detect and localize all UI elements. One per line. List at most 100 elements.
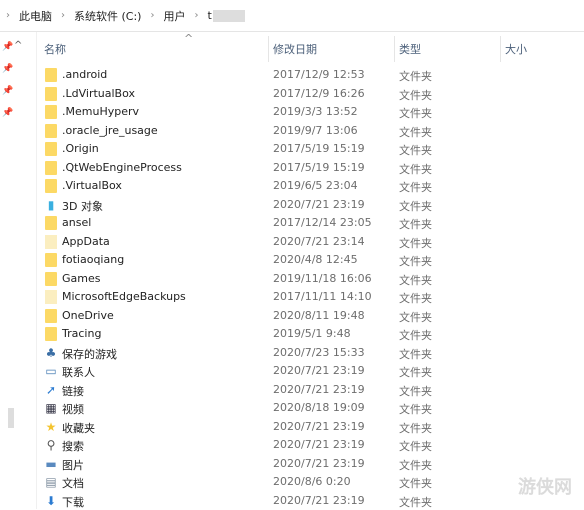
file-row[interactable]: ♣ 保存的游戏 2020/7/23 15:33 文件夹 [36, 344, 584, 362]
documents-icon: ▤ [45, 475, 57, 489]
file-row[interactable]: ▬ 图片 2020/7/21 23:19 文件夹 [36, 455, 584, 473]
folder-icon [45, 160, 57, 175]
file-name: ansel [62, 216, 92, 229]
file-date: 2020/7/21 23:19 [273, 456, 365, 470]
scrollbar-thumb[interactable] [8, 408, 14, 428]
downloads-icon: ⬇ [45, 493, 57, 508]
file-type: 文件夹 [399, 199, 432, 213]
file-row[interactable]: ➚ 链接 2020/7/21 23:19 文件夹 [36, 381, 584, 399]
file-date: 2017/12/14 23:05 [273, 216, 372, 229]
file-type: 文件夹 [399, 329, 432, 342]
file-type: 文件夹 [399, 144, 432, 157]
file-name: Games [62, 271, 101, 285]
pin-icon[interactable]: 📌 [2, 42, 13, 52]
file-name: 文档 [62, 477, 84, 490]
scroll-up-icon[interactable]: ^ [14, 40, 22, 51]
file-row[interactable]: ansel 2017/12/14 23:05 文件夹 [36, 214, 584, 232]
file-row[interactable]: ★ 收藏夹 2020/7/21 23:19 文件夹 [36, 418, 584, 436]
file-row[interactable]: .LdVirtualBox 2017/12/9 16:26 文件夹 [36, 85, 584, 103]
column-type[interactable]: 类型 [399, 41, 421, 57]
breadcrumb-user[interactable]: t [207, 9, 211, 22]
folder-icon [45, 253, 57, 267]
chevron-right-icon: › [6, 10, 10, 21]
favorites-icon: ★ [45, 419, 57, 434]
column-divider[interactable] [500, 36, 501, 62]
file-row[interactable]: AppData 2020/7/21 23:14 文件夹 [36, 233, 584, 251]
breadcrumb-this-pc[interactable]: 此电脑 [19, 8, 52, 24]
file-row[interactable]: .VirtualBox 2019/6/5 23:04 文件夹 [36, 177, 584, 195]
breadcrumb-c-drive[interactable]: 系统软件 (C:) [74, 8, 141, 24]
file-row[interactable]: ▮ 3D 对象 2020/7/21 23:19 文件夹 [36, 196, 584, 214]
file-name: fotiaoqiang [62, 253, 125, 266]
file-type: 文件夹 [399, 255, 432, 268]
file-date: 2020/7/21 23:19 [273, 419, 365, 433]
folder-icon [45, 142, 57, 156]
file-row[interactable]: Tracing 2019/5/1 9:48 文件夹 [36, 325, 584, 343]
file-date: 2017/5/19 15:19 [273, 142, 365, 155]
file-type: 文件夹 [399, 458, 432, 472]
column-divider[interactable] [394, 36, 395, 62]
file-name: 视频 [62, 403, 84, 416]
file-name: 图片 [62, 458, 84, 472]
breadcrumb-users[interactable]: 用户 [163, 8, 185, 24]
file-type: 文件夹 [399, 218, 432, 231]
file-name: 下载 [62, 495, 84, 509]
file-date: 2017/12/9 12:53 [273, 68, 365, 81]
pin-icon[interactable]: 📌 [2, 86, 13, 96]
file-date: 2020/8/11 19:48 [273, 308, 365, 322]
file-row[interactable]: .MemuHyperv 2019/3/3 13:52 文件夹 [36, 103, 584, 121]
file-row[interactable]: .oracle_jre_usage 2019/9/7 13:06 文件夹 [36, 122, 584, 140]
file-name: 3D 对象 [62, 199, 103, 213]
file-type: 文件夹 [399, 366, 432, 379]
file-row[interactable]: ⚲ 搜索 2020/7/21 23:19 文件夹 [36, 436, 584, 454]
file-date: 2020/7/21 23:14 [273, 234, 365, 248]
file-name: .VirtualBox [62, 179, 122, 192]
pin-icon[interactable]: 📌 [2, 108, 13, 118]
folder-icon [45, 179, 57, 193]
file-date: 2020/7/21 23:19 [273, 364, 365, 377]
file-date: 2020/7/21 23:19 [273, 382, 365, 396]
watermark-logo: 游侠网 [518, 477, 572, 498]
file-name: .oracle_jre_usage [62, 123, 158, 137]
file-row[interactable]: .android 2017/12/9 12:53 文件夹 [36, 66, 584, 84]
folder-icon [45, 327, 57, 341]
column-divider[interactable] [268, 36, 269, 62]
file-name: OneDrive [62, 308, 114, 322]
file-row[interactable]: Games 2019/11/18 16:06 文件夹 [36, 270, 584, 288]
3d-objects-icon: ▮ [47, 197, 55, 212]
file-type: 文件夹 [399, 125, 432, 139]
file-name: .QtWebEngineProcess [62, 160, 182, 174]
folder-icon [45, 86, 57, 101]
search-icon: ⚲ [46, 438, 56, 452]
file-row[interactable]: ▦ 视频 2020/8/18 19:09 文件夹 [36, 399, 584, 417]
file-type: 文件夹 [399, 440, 432, 453]
file-type: 文件夹 [399, 181, 432, 194]
file-name: Tracing [62, 327, 102, 340]
file-row[interactable]: .QtWebEngineProcess 2017/5/19 15:19 文件夹 [36, 159, 584, 177]
file-date: 2019/11/18 16:06 [273, 271, 372, 285]
file-type: 文件夹 [399, 403, 432, 416]
file-type: 文件夹 [399, 310, 432, 324]
file-row[interactable]: ⬇ 下载 2020/7/21 23:19 文件夹 [36, 492, 584, 510]
file-type: 文件夹 [399, 421, 432, 435]
file-row[interactable]: fotiaoqiang 2020/4/8 12:45 文件夹 [36, 251, 584, 269]
file-row[interactable]: MicrosoftEdgeBackups 2017/11/11 14:10 文件夹 [36, 288, 584, 306]
folder-icon [45, 308, 57, 323]
file-type: 文件夹 [399, 107, 432, 120]
chevron-right-icon: › [61, 10, 65, 21]
file-row[interactable]: ▤ 文档 2020/8/6 0:20 文件夹 [36, 473, 584, 491]
file-row[interactable]: ▭ 联系人 2020/7/21 23:19 文件夹 [36, 362, 584, 380]
file-row[interactable]: .Origin 2017/5/19 15:19 文件夹 [36, 140, 584, 158]
folder-hidden-icon [45, 234, 57, 249]
breadcrumb: › 此电脑 › 系统软件 (C:) › 用户 › t [0, 0, 584, 32]
file-row[interactable]: OneDrive 2020/8/11 19:48 文件夹 [36, 307, 584, 325]
file-date: 2020/8/18 19:09 [273, 401, 365, 414]
file-date: 2017/5/19 15:19 [273, 160, 365, 174]
navigation-pane: 📌 📌 📌 📌 ^ [0, 32, 37, 509]
file-date: 2020/7/21 23:19 [273, 493, 365, 507]
file-name: 链接 [62, 384, 84, 398]
column-date[interactable]: 修改日期 [273, 41, 317, 57]
pin-icon[interactable]: 📌 [2, 64, 13, 74]
column-size[interactable]: 大小 [505, 41, 527, 57]
column-name[interactable]: 名称 [44, 41, 66, 57]
